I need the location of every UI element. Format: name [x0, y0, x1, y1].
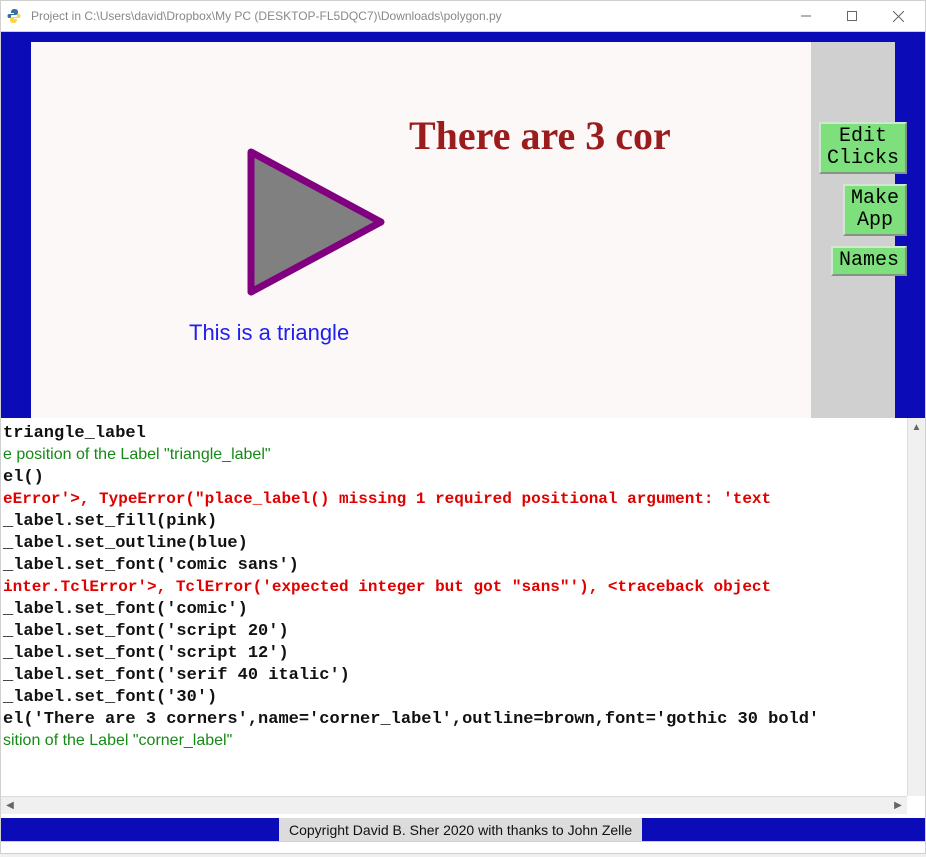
graphics-area: There are 3 cor This is a triangle Edit …: [1, 32, 925, 418]
triangle-shape: [231, 142, 401, 312]
scroll-right-icon[interactable]: ▶: [889, 797, 907, 814]
footer-bar: Copyright David B. Sher 2020 with thanks…: [0, 818, 926, 842]
edit-clicks-button[interactable]: Edit Clicks: [819, 122, 907, 174]
corner-label: There are 3 cor: [409, 112, 671, 159]
window-controls: [783, 1, 921, 31]
vertical-scrollbar[interactable]: ▲: [907, 418, 925, 796]
bottom-strip: [0, 842, 926, 854]
window-content: There are 3 cor This is a triangle Edit …: [0, 32, 926, 818]
console-line: el(): [1, 466, 925, 488]
console-line: _label.set_font('comic'): [1, 598, 925, 620]
close-button[interactable]: [875, 1, 921, 31]
minimize-button[interactable]: [783, 1, 829, 31]
console-line: _label.set_fill(pink): [1, 510, 925, 532]
footer-copyright: Copyright David B. Sher 2020 with thanks…: [279, 818, 642, 841]
console-line: _label.set_font('comic sans'): [1, 554, 925, 576]
side-button-panel: Edit Clicks Make App Names: [819, 122, 907, 276]
window-title: Project in C:\Users\david\Dropbox\My PC …: [31, 9, 783, 23]
console-line: _label.set_font('30'): [1, 686, 925, 708]
app-icon: [5, 7, 23, 25]
horizontal-scrollbar[interactable]: ◀ ▶: [1, 796, 907, 814]
window-titlebar: Project in C:\Users\david\Dropbox\My PC …: [0, 0, 926, 32]
console-line: sition of the Label "corner_label": [1, 730, 925, 752]
footer-pad-left: [1, 818, 279, 841]
console-line: _label.set_outline(blue): [1, 532, 925, 554]
console-line: triangle_label: [1, 422, 925, 444]
console-line: inter.TclError'>, TclError('expected int…: [1, 576, 925, 598]
make-app-button[interactable]: Make App: [843, 184, 907, 236]
console-line: e position of the Label "triangle_label": [1, 444, 925, 466]
triangle-label: This is a triangle: [189, 320, 349, 346]
names-button[interactable]: Names: [831, 246, 907, 276]
console-line: eError'>, TypeError("place_label() missi…: [1, 488, 925, 510]
console-line: _label.set_font('script 20'): [1, 620, 925, 642]
console-line: _label.set_font('serif 40 italic'): [1, 664, 925, 686]
canvas[interactable]: There are 3 cor This is a triangle: [31, 42, 895, 418]
scroll-up-icon[interactable]: ▲: [908, 418, 925, 436]
console-line: el('There are 3 corners',name='corner_la…: [1, 708, 925, 730]
console-output[interactable]: triangle_labele position of the Label "t…: [1, 418, 925, 756]
console-line: _label.set_font('script 12'): [1, 642, 925, 664]
console-area: triangle_labele position of the Label "t…: [1, 418, 925, 818]
canvas-wrap: There are 3 cor This is a triangle: [1, 32, 925, 418]
scroll-left-icon[interactable]: ◀: [1, 797, 19, 814]
maximize-button[interactable]: [829, 1, 875, 31]
footer-pad-right: [642, 818, 925, 841]
